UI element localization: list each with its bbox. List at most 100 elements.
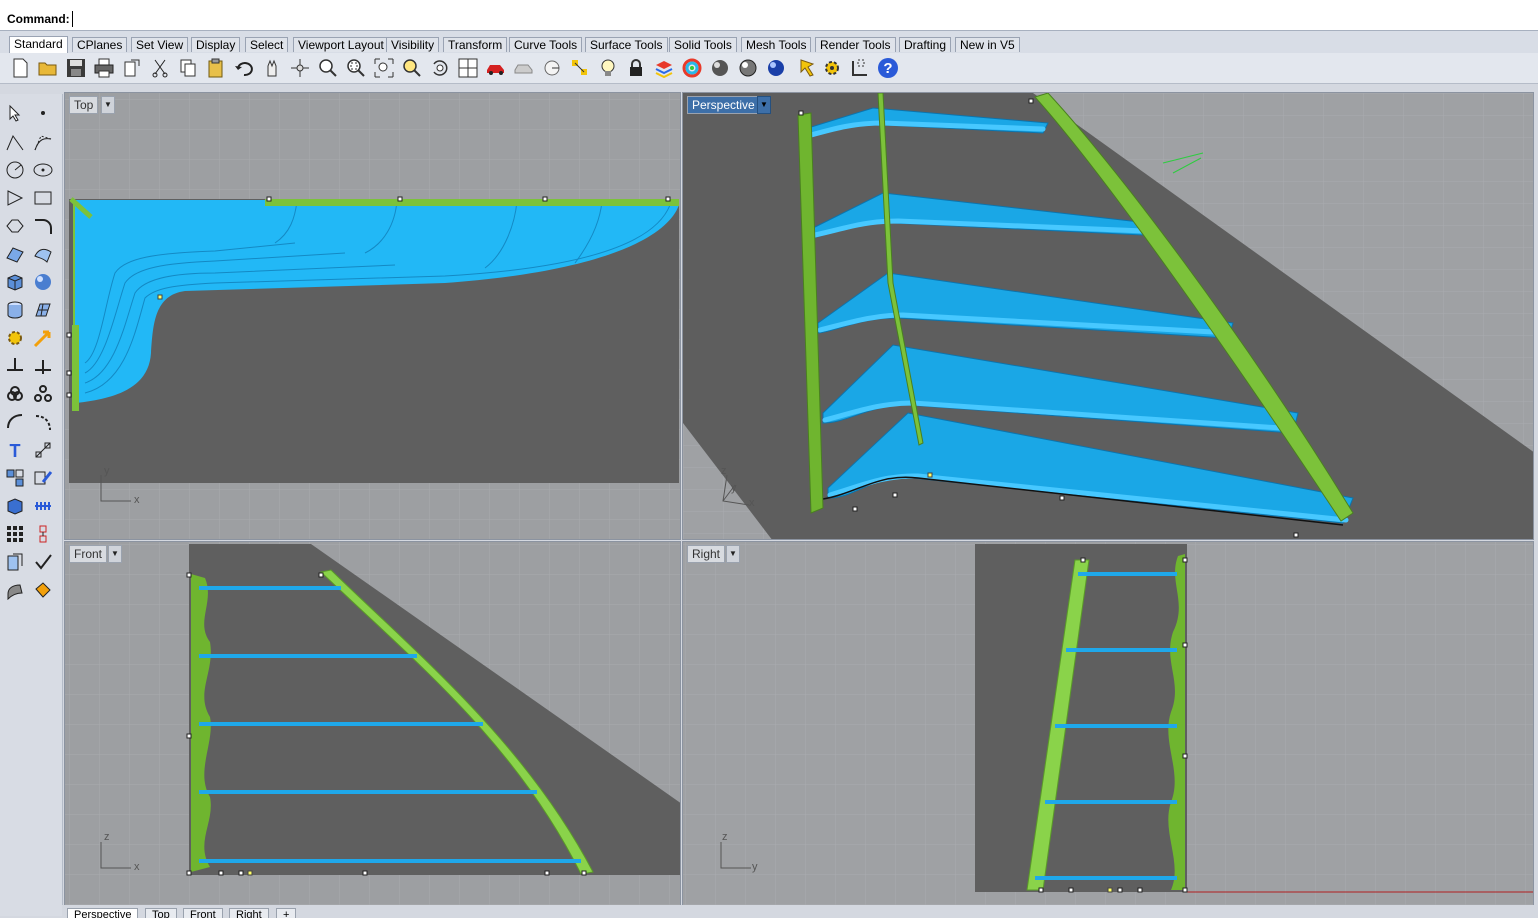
tab-cplanes[interactable]: CPlanes	[72, 37, 128, 52]
rendered-sphere-icon[interactable]	[737, 57, 759, 79]
paint-bucket-icon[interactable]	[32, 579, 54, 601]
undo-icon[interactable]	[233, 57, 255, 79]
polygon-icon[interactable]	[4, 187, 26, 209]
split-icon[interactable]	[32, 355, 54, 377]
zoom-icon[interactable]	[317, 57, 339, 79]
layout-icon[interactable]	[4, 551, 26, 573]
grid-snap-icon[interactable]	[849, 57, 871, 79]
tab-set-view[interactable]: Set View	[131, 37, 189, 52]
material-sphere-icon[interactable]	[765, 57, 787, 79]
cylinder-icon[interactable]	[4, 299, 26, 321]
sphere-tool-icon[interactable]	[32, 271, 54, 293]
text-icon[interactable]: T	[4, 439, 26, 461]
tab-drafting[interactable]: Drafting	[899, 37, 952, 52]
dimension-icon[interactable]	[32, 439, 54, 461]
block-icon[interactable]	[4, 495, 26, 517]
tab-render-tools[interactable]: Render Tools	[815, 37, 896, 52]
viewport-tab-front[interactable]: Front	[183, 908, 223, 918]
check-icon[interactable]	[32, 551, 54, 573]
tab-solid-tools[interactable]: Solid Tools	[669, 37, 737, 52]
tab-surface-tools[interactable]: Surface Tools	[585, 37, 668, 52]
lock-icon[interactable]	[625, 57, 647, 79]
copy-icon[interactable]	[177, 57, 199, 79]
ungroup-icon[interactable]	[32, 383, 54, 405]
four-viewports-icon[interactable]	[457, 57, 479, 79]
new-icon[interactable]	[9, 57, 31, 79]
tab-new-in-v5[interactable]: New in V5	[955, 37, 1020, 52]
box-icon[interactable]	[4, 271, 26, 293]
shade-icon[interactable]	[4, 579, 26, 601]
command-input[interactable]	[72, 11, 1537, 27]
zoom-window-icon[interactable]	[345, 57, 367, 79]
viewport-front-label[interactable]: Front	[69, 545, 108, 563]
tab-transform[interactable]: Transform	[443, 37, 508, 52]
ellipse-icon[interactable]	[32, 159, 54, 181]
select-arrow-icon[interactable]	[4, 102, 26, 124]
cut-icon[interactable]	[149, 57, 171, 79]
viewport-tab-top[interactable]: Top	[145, 908, 177, 918]
viewport-top[interactable]: Top ▼ y x	[64, 92, 681, 540]
tab-display[interactable]: Display	[191, 37, 241, 52]
trim-icon[interactable]	[4, 355, 26, 377]
viewport-tab-perspective[interactable]: Perspective	[67, 908, 139, 918]
tab-viewport-layout[interactable]: Viewport Layout	[293, 37, 389, 52]
shaded-sphere-icon[interactable]	[709, 57, 731, 79]
zoom-extents-icon[interactable]	[373, 57, 395, 79]
color-wheel-icon[interactable]	[681, 57, 703, 79]
chevron-down-icon[interactable]: ▼	[757, 96, 771, 114]
paste-icon[interactable]	[205, 57, 227, 79]
fillet-curve-icon[interactable]	[4, 215, 26, 237]
tab-curve-tools[interactable]: Curve Tools	[509, 37, 583, 52]
rotate-view-icon[interactable]	[289, 57, 311, 79]
tab-visibility[interactable]: Visibility	[386, 37, 440, 52]
circle-icon[interactable]	[541, 57, 563, 79]
snap-grid-icon[interactable]	[4, 467, 26, 489]
viewport-front[interactable]: Front ▼ z x	[64, 541, 681, 906]
chevron-down-icon[interactable]: ▼	[108, 545, 122, 563]
edit-pencil-icon[interactable]	[32, 467, 54, 489]
render-icon[interactable]	[797, 57, 819, 79]
group-icon[interactable]	[4, 383, 26, 405]
print-icon[interactable]	[93, 57, 115, 79]
explode-gear-icon[interactable]	[4, 327, 26, 349]
arc-icon[interactable]	[4, 411, 26, 433]
point-tool-icon[interactable]	[32, 102, 54, 124]
hatch-icon[interactable]	[32, 495, 54, 517]
options-gear-icon[interactable]	[821, 57, 843, 79]
move-arrow-icon[interactable]	[32, 327, 54, 349]
viewport-perspective-label[interactable]: Perspective	[687, 96, 760, 114]
car-icon[interactable]	[485, 57, 507, 79]
save-icon[interactable]	[65, 57, 87, 79]
chevron-down-icon[interactable]: ▼	[101, 96, 115, 114]
viewport-tab-right[interactable]: Right	[229, 908, 269, 918]
import-icon[interactable]	[121, 57, 143, 79]
help-icon[interactable]: ?	[877, 57, 899, 79]
open-icon[interactable]	[37, 57, 59, 79]
tab-select[interactable]: Select	[245, 37, 289, 52]
offset-curve-icon[interactable]	[32, 215, 54, 237]
surface-tool-icon[interactable]	[32, 243, 54, 265]
pan-icon[interactable]	[261, 57, 283, 79]
light-icon[interactable]	[597, 57, 619, 79]
viewport-perspective[interactable]: Perspective ▼ z y x	[682, 92, 1534, 540]
viewport-right-label[interactable]: Right	[687, 545, 726, 563]
tab-mesh-tools[interactable]: Mesh Tools	[741, 37, 812, 52]
array-linear-icon[interactable]	[32, 523, 54, 545]
layer-icon[interactable]	[653, 57, 675, 79]
point-icon[interactable]	[569, 57, 591, 79]
zoom-selected-icon[interactable]	[401, 57, 423, 79]
array-icon[interactable]	[4, 523, 26, 545]
car-ghost-icon[interactable]	[513, 57, 535, 79]
add-viewport-tab-button[interactable]: +	[276, 908, 297, 918]
rectangle-icon[interactable]	[32, 187, 54, 209]
curve-icon[interactable]	[32, 131, 54, 153]
tab-standard[interactable]: Standard	[9, 36, 68, 53]
circle-tool-icon[interactable]	[4, 159, 26, 181]
viewport-right[interactable]: Right ▼ z y	[682, 541, 1534, 906]
blend-curve-icon[interactable]	[32, 411, 54, 433]
rotate-icon[interactable]	[429, 57, 451, 79]
surface-edge-icon[interactable]	[4, 243, 26, 265]
viewport-top-label[interactable]: Top	[69, 96, 99, 114]
polyline-icon[interactable]	[4, 131, 26, 153]
mesh-tool-icon[interactable]	[32, 299, 54, 321]
